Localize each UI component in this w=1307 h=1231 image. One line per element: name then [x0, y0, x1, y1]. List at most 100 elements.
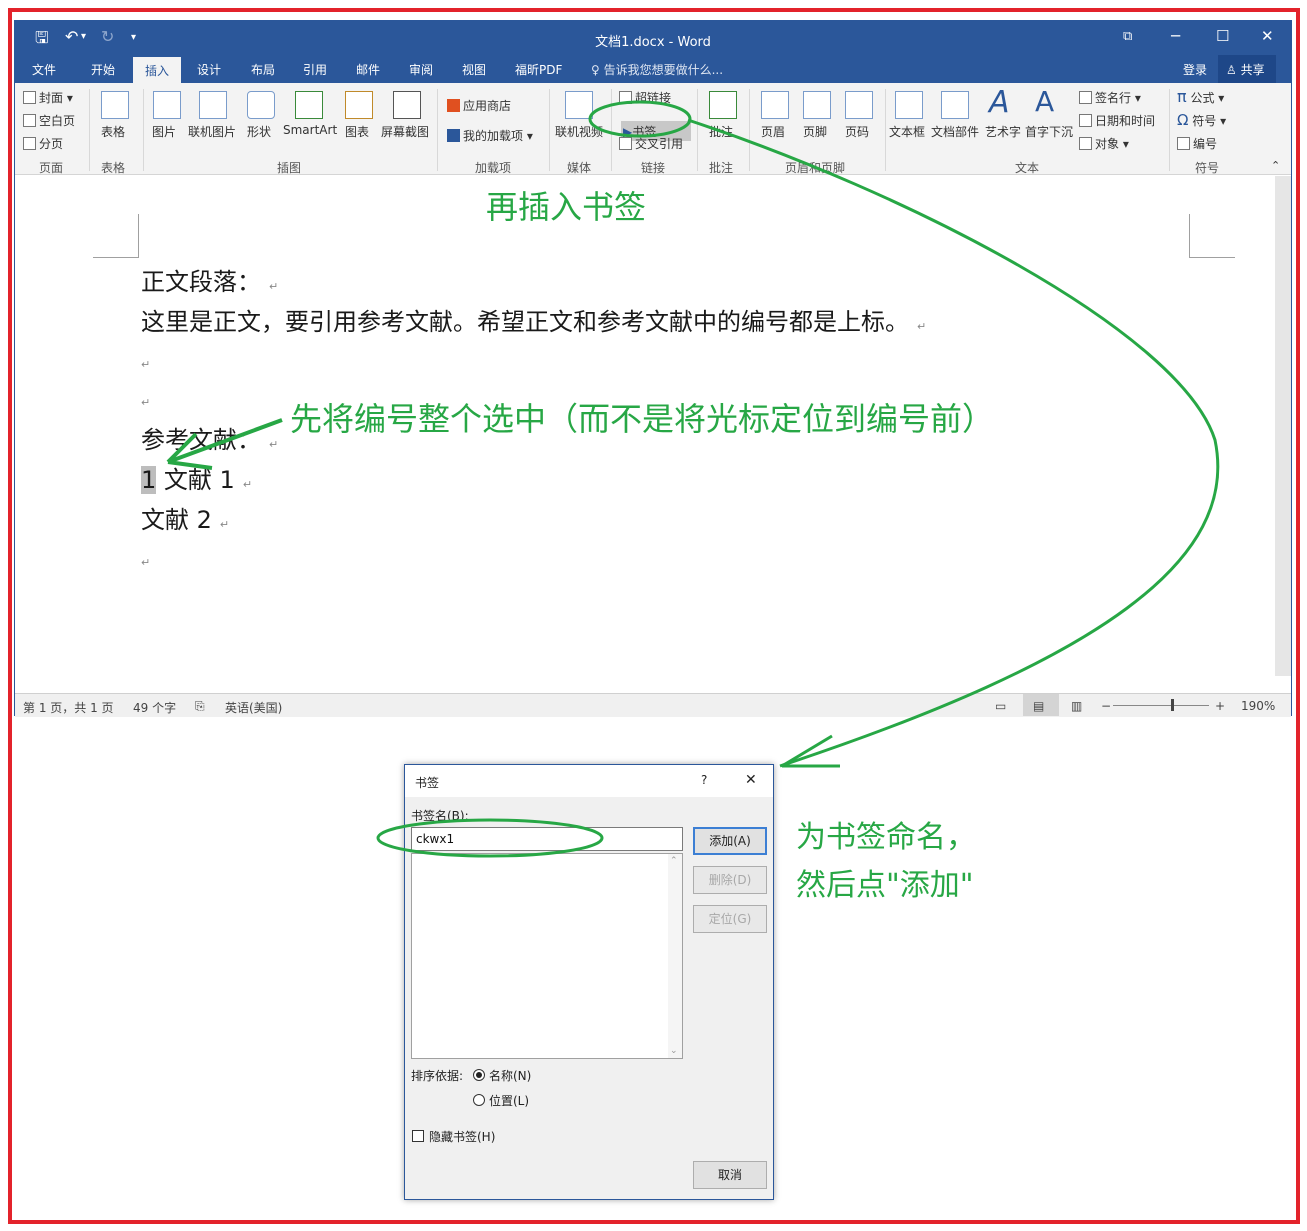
symbol-button[interactable]: Ω 符号 ▾ [1177, 111, 1226, 129]
reference-2-text: 文献 2 [141, 506, 212, 534]
selected-reference-number[interactable]: 1 [141, 466, 157, 494]
web-layout-icon[interactable]: ▥ [1071, 699, 1082, 713]
pictures-button[interactable]: 图片 [152, 123, 176, 140]
print-layout-icon[interactable]: ▤ [1033, 699, 1044, 713]
online-pictures-button[interactable]: 联机图片 [188, 123, 236, 140]
blank-page-button[interactable]: 空白页 [23, 112, 75, 129]
my-addins-icon [447, 129, 460, 142]
tab-insert[interactable]: 插入 [133, 57, 182, 83]
close-icon[interactable]: ✕ [1261, 27, 1274, 45]
add-button[interactable]: 添加(A) [693, 827, 767, 855]
cancel-button[interactable]: 取消 [693, 1161, 767, 1189]
cross-reference-button[interactable]: 交叉引用 [619, 135, 683, 152]
maximize-icon[interactable]: ☐ [1216, 27, 1229, 45]
separator [437, 89, 438, 171]
cover-page-button[interactable]: 封面 ▾ [23, 89, 73, 106]
hidden-bookmarks-label[interactable]: 隐藏书签(H) [429, 1128, 495, 1145]
sort-location-label[interactable]: 位置(L) [489, 1092, 529, 1109]
online-pictures-icon [199, 91, 227, 119]
zoom-in-icon[interactable]: + [1215, 699, 1225, 713]
list-scrollbar[interactable]: ⌃ ⌄ [668, 854, 682, 1058]
tab-review[interactable]: 审阅 [409, 61, 433, 78]
proofing-icon[interactable]: ⎘ [195, 699, 205, 714]
comment-button[interactable]: 批注 [709, 123, 733, 140]
paragraph-references-heading: 参考文献： ↵ [141, 420, 278, 455]
zoom-level[interactable]: 190% [1241, 699, 1275, 713]
page-count[interactable]: 第 1 页，共 1 页 [23, 699, 114, 716]
status-bar: 第 1 页，共 1 页 49 个字 ⎘ 英语(美国) ▭ ▤ ▥ − + 190… [15, 693, 1291, 717]
text-box-button[interactable]: 文本框 [889, 123, 925, 140]
sort-name-label[interactable]: 名称(N) [489, 1067, 531, 1084]
drop-cap-button[interactable]: 首字下沉 [1025, 123, 1073, 140]
sort-name-radio[interactable] [473, 1069, 485, 1081]
wordart-button[interactable]: 艺术字 [985, 123, 1021, 140]
goto-button: 定位(G) [693, 905, 767, 933]
store-button[interactable]: 应用商店 [447, 97, 511, 114]
number-button[interactable]: 编号 [1177, 135, 1217, 152]
smartart-button[interactable]: SmartArt [283, 123, 337, 137]
separator [549, 89, 550, 171]
table-icon [101, 91, 129, 119]
shapes-button[interactable]: 形状 [247, 123, 271, 140]
signature-line-button[interactable]: 签名行 ▾ [1079, 89, 1141, 106]
sort-by-label: 排序依据: [411, 1069, 464, 1083]
footer-button[interactable]: 页脚 [803, 123, 827, 140]
tab-layout[interactable]: 布局 [251, 61, 275, 78]
tab-design[interactable]: 设计 [197, 61, 221, 78]
dialog-close-icon[interactable]: ✕ [745, 772, 757, 788]
store-icon [447, 99, 460, 112]
empty-paragraph: ↵ [141, 544, 150, 572]
group-symbols-label: 符号 [1195, 161, 1220, 175]
page-break-button[interactable]: 分页 [23, 135, 63, 152]
scroll-up-icon[interactable]: ⌃ [670, 856, 678, 866]
screenshot-button[interactable]: 屏幕截图 [381, 123, 429, 140]
tab-home[interactable]: 开始 [91, 61, 115, 78]
sort-location-radio[interactable] [473, 1094, 485, 1106]
my-addins-button[interactable]: 我的加载项 ▾ [447, 127, 533, 144]
word-count[interactable]: 49 个字 [133, 699, 176, 716]
share-button[interactable]: ♙ 共享 [1218, 55, 1276, 83]
group-comments-label: 批注 [709, 161, 734, 175]
object-button[interactable]: 对象 ▾ [1079, 135, 1129, 152]
tab-references[interactable]: 引用 [303, 61, 327, 78]
read-mode-icon[interactable]: ▭ [995, 699, 1006, 713]
online-video-button[interactable]: 联机视频 [555, 123, 603, 140]
wordart-icon: A [989, 85, 1010, 120]
quick-parts-button[interactable]: 文档部件 [931, 123, 979, 140]
zoom-slider-thumb[interactable] [1171, 699, 1174, 711]
tab-file[interactable]: 文件 [32, 61, 56, 78]
zoom-slider[interactable] [1113, 705, 1209, 706]
scroll-down-icon[interactable]: ⌄ [670, 1046, 678, 1056]
tab-view[interactable]: 视图 [462, 61, 486, 78]
ribbon-display-options-icon[interactable]: ⧉ [1123, 29, 1132, 44]
page-break-label: 分页 [39, 137, 64, 151]
tab-mailings[interactable]: 邮件 [356, 61, 380, 78]
hidden-bookmarks-checkbox[interactable] [412, 1130, 424, 1142]
help-icon[interactable]: ? [701, 773, 707, 787]
zoom-out-icon[interactable]: − [1101, 699, 1111, 713]
bookmark-name-input[interactable] [411, 827, 683, 851]
collapse-ribbon-icon[interactable]: ⌃ [1271, 159, 1280, 172]
body-text: 这里是正文，要引用参考文献。希望正文和参考文献中的编号都是上标。 [141, 308, 909, 336]
page-number-button[interactable]: 页码 [845, 123, 869, 140]
header-button[interactable]: 页眉 [761, 123, 785, 140]
text-box-icon [895, 91, 923, 119]
annotation-select-number: 先将编号整个选中（而不是将光标定位到编号前） [290, 400, 995, 438]
hyperlink-button[interactable]: 超链接 [619, 89, 671, 106]
separator [697, 89, 698, 171]
chart-button[interactable]: 图表 [345, 123, 369, 140]
language[interactable]: 英语(美国) [225, 699, 282, 716]
annotation-insert-bookmark: 再插入书签 [486, 188, 647, 226]
bookmark-list[interactable]: ⌃ ⌄ [411, 853, 683, 1059]
equation-button[interactable]: π 公式 ▾ [1177, 87, 1224, 106]
title-bar: 🖫 ↶ ▾ ↻ ▾ 文档1.docx - Word ⧉ ─ ☐ ✕ [15, 21, 1291, 55]
table-button[interactable]: 表格 [101, 123, 125, 140]
tell-me-box[interactable]: ♀ 告诉我您想要做什么... [591, 61, 723, 78]
date-time-button[interactable]: 日期和时间 [1079, 112, 1155, 129]
scroll-gutter [1275, 176, 1291, 676]
signature-line-label: 签名行 [1095, 91, 1132, 105]
sign-in-link[interactable]: 登录 [1183, 61, 1207, 78]
separator [89, 89, 90, 171]
minimize-icon[interactable]: ─ [1171, 27, 1180, 45]
tab-foxit-pdf[interactable]: 福昕PDF [515, 61, 562, 78]
